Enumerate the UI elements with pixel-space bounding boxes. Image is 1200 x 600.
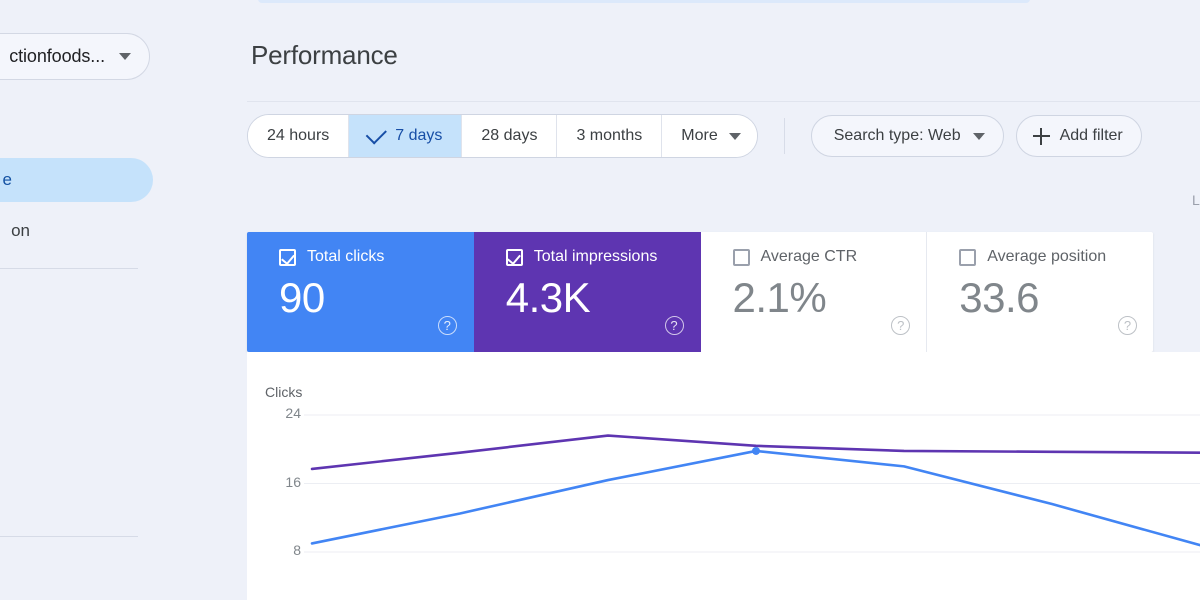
sidebar-item-label: e bbox=[2, 170, 12, 189]
date-range-3-months[interactable]: 3 months bbox=[557, 115, 663, 157]
sidebar-item-label: on bbox=[11, 221, 30, 240]
chart-line-clicks bbox=[310, 449, 1200, 547]
search-type-button[interactable]: Search type: Web bbox=[810, 115, 1004, 157]
sidebar-divider bbox=[0, 268, 138, 269]
chart-data-point bbox=[752, 446, 760, 455]
main-content: Performance 24 hours 7 days 28 days 3 mo… bbox=[247, 0, 1200, 600]
metric-card-value: 90 bbox=[279, 274, 325, 321]
metric-card-header: Total clicks bbox=[279, 248, 455, 266]
add-filter-button[interactable]: Add filter bbox=[1015, 115, 1142, 157]
metric-card-value: 33.6 bbox=[959, 274, 1039, 321]
sidebar-item-inspection[interactable]: on bbox=[0, 209, 30, 253]
metric-card-header: Average position bbox=[959, 248, 1135, 266]
chart-plot-area bbox=[304, 414, 1200, 553]
help-icon[interactable]: ? bbox=[1118, 316, 1137, 335]
date-range-label: More bbox=[681, 127, 718, 144]
checkbox-icon[interactable] bbox=[505, 248, 523, 266]
check-icon bbox=[365, 123, 388, 145]
add-filter-label: Add filter bbox=[1059, 127, 1123, 144]
chevron-down-icon bbox=[972, 132, 985, 140]
help-icon[interactable]: ? bbox=[664, 316, 684, 335]
checkbox-icon[interactable] bbox=[732, 248, 750, 266]
plus-icon bbox=[1032, 127, 1050, 145]
metric-card-average-position[interactable]: Average position 33.6 ? bbox=[927, 232, 1153, 352]
filter-toolbar: 24 hours 7 days 28 days 3 months More Se… bbox=[247, 114, 1142, 158]
performance-chart[interactable]: Clicks 24 16 8 bbox=[247, 352, 1200, 600]
date-range-label: 28 days bbox=[481, 127, 538, 144]
sidebar-divider bbox=[0, 536, 138, 537]
metric-card-label: Total clicks bbox=[307, 248, 385, 265]
help-icon[interactable]: ? bbox=[437, 316, 457, 335]
metric-card-label: Average CTR bbox=[760, 248, 858, 265]
help-icon[interactable]: ? bbox=[891, 316, 911, 335]
metric-card-value: 4.3K bbox=[505, 274, 591, 321]
last-updated-text: L bbox=[1192, 192, 1200, 208]
date-range-label: 7 days bbox=[395, 127, 443, 144]
date-range-label: 24 hours bbox=[267, 127, 330, 144]
search-console-performance-page: ctionfoods... e on Performance 24 hours bbox=[0, 0, 1200, 600]
toolbar-divider bbox=[783, 118, 785, 154]
metric-card-label: Total impressions bbox=[533, 248, 658, 265]
metric-cards: Total clicks 90 ? Total impressions 4.3K… bbox=[247, 232, 1153, 352]
search-type-label: Search type: Web bbox=[833, 127, 961, 144]
checkbox-icon[interactable] bbox=[279, 248, 296, 266]
date-range-7-days[interactable]: 7 days bbox=[349, 115, 463, 157]
metric-card-label: Average position bbox=[987, 248, 1107, 265]
metric-card-total-impressions[interactable]: Total impressions 4.3K ? bbox=[473, 232, 701, 352]
metric-card-average-ctr[interactable]: Average CTR 2.1% ? bbox=[701, 232, 928, 352]
sidebar: ctionfoods... e on bbox=[0, 0, 247, 600]
sidebar-item-performance[interactable]: e bbox=[0, 158, 153, 202]
checkbox-icon[interactable] bbox=[959, 248, 977, 266]
date-range-more[interactable]: More bbox=[662, 115, 757, 157]
date-range-label: 3 months bbox=[576, 127, 643, 144]
top-banner-sliver bbox=[258, 0, 1030, 3]
page-title: Performance bbox=[251, 40, 398, 70]
chevron-down-icon bbox=[728, 132, 741, 140]
property-selector[interactable]: ctionfoods... bbox=[0, 33, 150, 80]
metric-card-header: Average CTR bbox=[732, 248, 909, 266]
metric-card-value: 2.1% bbox=[732, 274, 827, 321]
metric-card-header: Total impressions bbox=[505, 248, 682, 266]
property-selector-label: ctionfoods... bbox=[9, 46, 105, 66]
date-range-segmented-control: 24 hours 7 days 28 days 3 months More bbox=[247, 114, 758, 158]
metric-card-total-clicks[interactable]: Total clicks 90 ? bbox=[247, 232, 474, 352]
title-divider bbox=[247, 101, 1200, 102]
date-range-24-hours[interactable]: 24 hours bbox=[248, 115, 350, 157]
chevron-down-icon bbox=[119, 53, 131, 60]
date-range-28-days[interactable]: 28 days bbox=[462, 115, 558, 157]
